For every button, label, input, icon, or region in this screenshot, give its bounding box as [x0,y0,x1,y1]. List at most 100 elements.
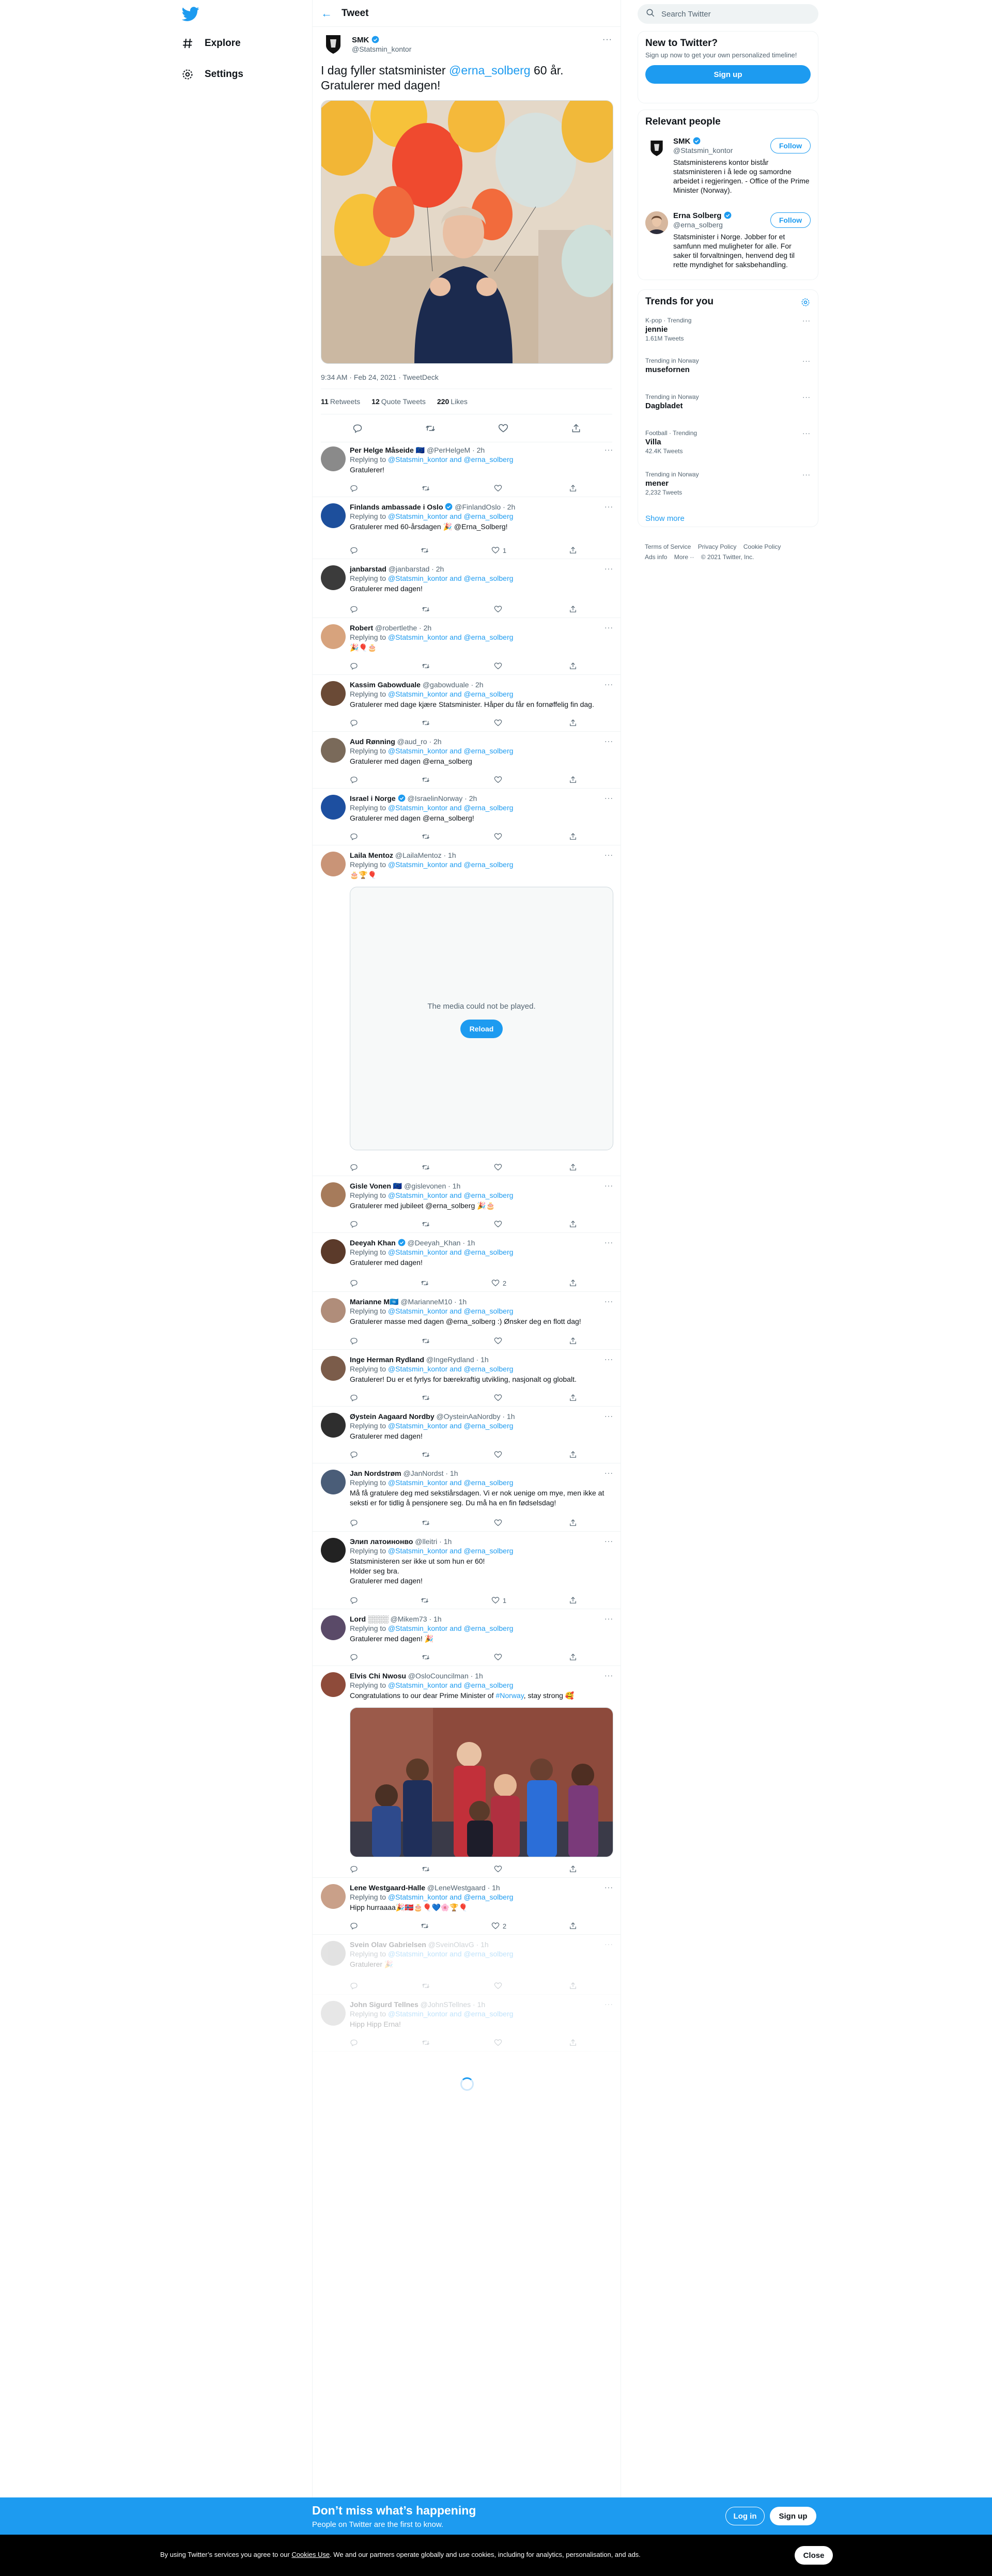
reply-icon[interactable] [350,1596,358,1605]
reply-avatar[interactable] [321,738,346,763]
reply-tweet[interactable]: Aud Rønning @aud_ro · 2h Replying to @Sta… [313,732,621,789]
relevant-person-smk[interactable]: SMK @Statsmin_kontor Statsministerens ko… [645,137,811,199]
retweet-icon[interactable] [422,1519,430,1527]
share-icon[interactable] [569,832,577,841]
replying-to-smk-link[interactable]: @Statsmin_kontor [388,1248,447,1256]
replying-to-smk-link[interactable]: @Statsmin_kontor [388,747,447,755]
reply-author-name[interactable]: Marianne M🇺🇳 [350,1298,398,1306]
retweet-icon[interactable] [422,2039,430,2047]
replying-to-smk-link[interactable]: @Statsmin_kontor [388,1478,447,1487]
replying-to-erna-link[interactable]: @erna_solberg [463,1248,513,1256]
reply-author-name[interactable]: Svein Olav Gabrielsen [350,1940,426,1949]
reply-tweet[interactable]: Marianne M🇺🇳 @MarianneM10 · 1h Replying t… [313,1292,621,1350]
reply-tweet[interactable]: Elvis Chi Nwosu @OsloCouncilman · 1h Repl… [313,1666,621,1878]
more-options-icon[interactable]: ··· [802,357,811,365]
reply-icon[interactable] [350,1922,358,1930]
reply-tweet[interactable]: Per Helge Måseide 🇪🇺 @PerHelgeM · 2h Repl… [313,440,621,497]
reply-author-handle[interactable]: @gabowduale · 2h [423,681,484,689]
reply-author-handle[interactable]: @IngeRydland · 1h [426,1355,489,1364]
replying-to-smk-link[interactable]: @Statsmin_kontor [388,1624,447,1632]
tweet-photo[interactable] [321,100,613,364]
reply-author-name[interactable]: Robert [350,624,373,632]
more-options-icon[interactable]: ··· [802,429,811,437]
replying-to-erna-link[interactable]: @erna_solberg [463,860,513,869]
reply-avatar[interactable] [321,565,346,590]
footer-cookie-link[interactable]: Cookie Policy [743,543,781,550]
retweet-icon[interactable] [421,1279,429,1287]
login-button[interactable]: Log in [725,2507,765,2525]
reply-tweet[interactable]: Kassim Gabowduale @gabowduale · 2h Replyi… [313,675,621,732]
reply-icon[interactable] [350,1337,358,1345]
more-options-icon[interactable]: ··· [605,445,613,454]
more-options-icon[interactable]: ··· [605,1537,613,1545]
share-icon[interactable] [569,776,577,784]
footer-privacy-link[interactable]: Privacy Policy [698,543,737,550]
reply-icon[interactable] [350,662,358,670]
share-icon[interactable] [569,1982,577,1990]
reply-avatar[interactable] [321,1298,346,1323]
nav-settings[interactable]: Settings [181,64,243,85]
more-options-icon[interactable]: ··· [605,1297,613,1305]
reply-avatar[interactable] [321,1413,346,1438]
trend-item[interactable]: Football · Trending Villa 42.4K Tweets ··· [645,429,811,455]
search-box[interactable] [638,4,818,24]
reply-author-name[interactable]: Aud Rønning [350,737,395,746]
retweet-icon[interactable] [422,662,430,670]
reply-author-handle[interactable]: @FinlandOslo · 2h [455,503,515,511]
replying-to-erna-link[interactable]: @erna_solberg [463,747,513,755]
replying-to-smk-link[interactable]: @Statsmin_kontor [388,1547,447,1555]
replying-to-erna-link[interactable]: @erna_solberg [463,1191,513,1199]
reply-author-handle[interactable]: @IsraelinNorway · 2h [407,794,477,803]
reply-author-name[interactable]: Laila Mentoz [350,851,393,859]
replying-to-erna-link[interactable]: @erna_solberg [463,804,513,812]
reply-author-handle[interactable]: @lleitri · 1h [415,1537,452,1546]
replying-to-erna-link[interactable]: @erna_solberg [463,1547,513,1555]
reply-avatar[interactable] [321,1470,346,1494]
like-icon[interactable] [494,662,505,670]
like-icon[interactable] [498,423,508,434]
relevant-person-name[interactable]: SMK [673,137,690,146]
reply-tweet[interactable]: Lene Westgaard-Halle @LeneWestgaard · 1h… [313,1878,621,1935]
share-icon[interactable] [569,1163,577,1171]
replying-to-erna-link[interactable]: @erna_solberg [463,1422,513,1430]
replying-to-smk-link[interactable]: @Statsmin_kontor [388,455,447,464]
replying-to-smk-link[interactable]: @Statsmin_kontor [388,574,447,582]
more-options-icon[interactable]: ··· [605,1238,613,1246]
like-icon[interactable] [494,484,505,492]
reply-author-handle[interactable]: @OysteinAaNordby · 1h [437,1412,515,1421]
reply-author-name[interactable]: Inge Herman Rydland [350,1355,424,1364]
share-icon[interactable] [569,2039,577,2047]
cookie-close-button[interactable]: Close [795,2546,833,2565]
reply-author-handle[interactable]: @Deeyah_Khan · 1h [407,1239,475,1247]
reply-author-name[interactable]: Элип латоинонво [350,1537,413,1546]
more-options-icon[interactable]: ··· [605,1614,613,1623]
replying-to-smk-link[interactable]: @Statsmin_kontor [388,1365,447,1373]
more-options-icon[interactable]: ··· [605,623,613,631]
reply-icon[interactable] [350,605,358,613]
replying-to-smk-link[interactable]: @Statsmin_kontor [388,1950,447,1958]
reply-author-handle[interactable]: @LeneWestgaard · 1h [427,1884,500,1892]
reply-photo[interactable] [350,1707,613,1857]
reply-icon[interactable] [350,1220,358,1228]
reply-author-handle[interactable]: @janbarstad · 2h [389,565,444,573]
retweet-icon[interactable] [422,1337,430,1345]
reply-tweet[interactable]: Gisle Vonen 🇪🇺 @gislevonen · 1h Replying … [313,1176,621,1233]
reply-author-name[interactable]: Lene Westgaard-Halle [350,1884,425,1892]
replying-to-erna-link[interactable]: @erna_solberg [463,1893,513,1901]
reply-author-handle[interactable]: @gislevonen · 1h [404,1182,460,1190]
reply-tweet[interactable]: Lord ░░░░ @Mikem73 · 1h Replying to @Stat… [313,1609,621,1666]
more-options-icon[interactable]: ··· [605,680,613,688]
reply-icon[interactable] [350,1279,358,1287]
reply-avatar[interactable] [321,795,346,820]
reply-icon[interactable] [350,1982,358,1990]
share-icon[interactable] [569,1653,577,1661]
follow-button[interactable]: Follow [770,138,811,153]
reply-author-name[interactable]: Per Helge Måseide 🇪🇺 [350,446,425,454]
reply-tweet[interactable]: Øystein Aagaard Nordby @OysteinAaNordby … [313,1407,621,1463]
more-options-icon[interactable]: ··· [605,1355,613,1363]
more-options-icon[interactable]: ··· [802,471,811,479]
retweet-icon[interactable] [422,484,430,492]
like-icon[interactable] [494,719,505,727]
like-icon[interactable] [494,1519,505,1527]
retweet-icon[interactable] [425,423,436,434]
